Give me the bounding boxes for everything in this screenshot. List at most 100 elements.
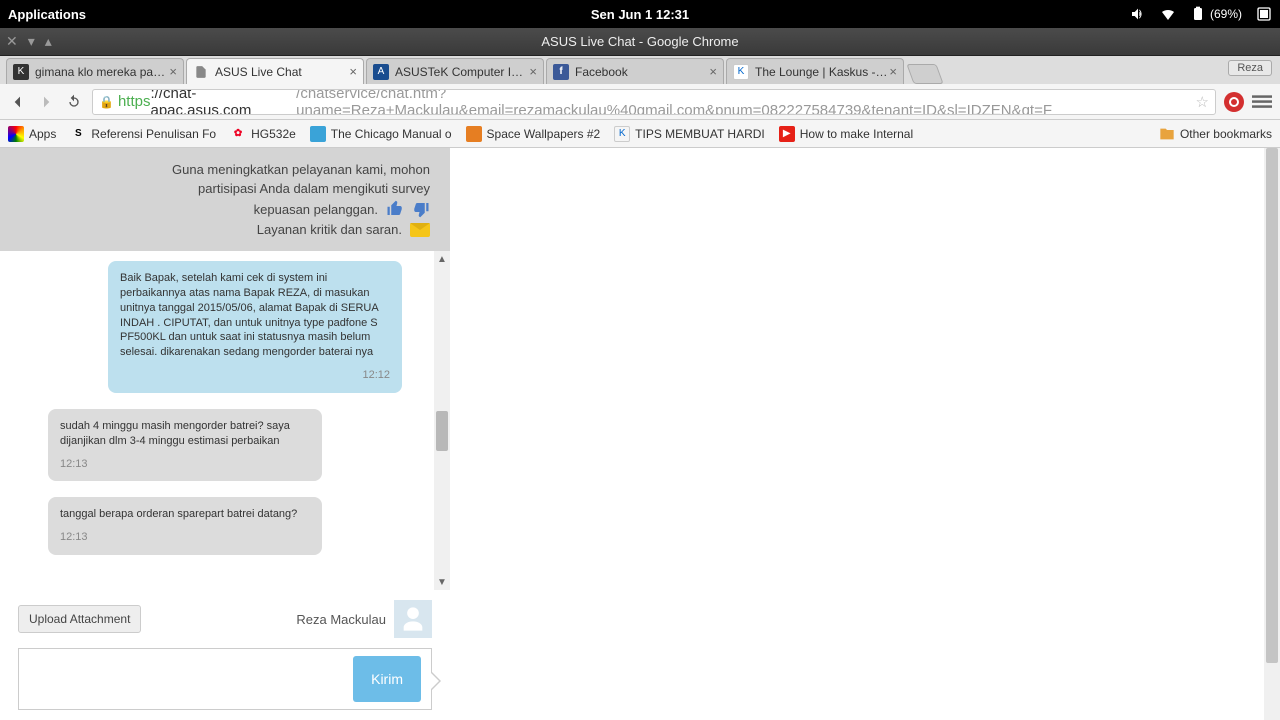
tab-label: gimana klo mereka pacar [35,65,169,79]
scroll-thumb[interactable] [1266,148,1278,663]
bookmarks-bar: Apps S Referensi Penulisan Fo ✿ HG532e The… [0,120,1280,148]
browser-toolbar: 🔒 https://chat-apac.asus.com/chatservice… [0,84,1280,120]
chat-message-user: tanggal berapa orderan sparepart batrei … [48,497,322,555]
browser-tab[interactable]: f Facebook × [546,58,724,84]
page-scrollbar[interactable] [1264,148,1280,720]
favicon-icon [193,64,209,80]
chat-scrollbar[interactable]: ▲ ▼ [434,251,450,590]
browser-tab[interactable]: A ASUSTeK Computer Inc. -S × [366,58,544,84]
upload-attachment-button[interactable]: Upload Attachment [18,605,141,633]
survey-banner: Guna meningkatkan pelayanan kami, mohon … [0,148,450,251]
message-time: 12:13 [60,530,310,545]
chat-message-user: sudah 4 minggu masih mengorder batrei? s… [48,409,322,482]
chat-username: Reza Mackulau [296,612,386,627]
favicon-icon: f [553,64,569,80]
chrome-user-badge[interactable]: Reza [1228,60,1272,76]
bookmark-label: How to make Internal [800,127,913,141]
browser-tab[interactable]: K gimana klo mereka pacar × [6,58,184,84]
survey-text: Guna meningkatkan pelayanan kami, mohon [20,162,430,177]
message-text: Baik Bapak, setelah kami cek di system i… [120,271,390,360]
tab-close-icon[interactable]: × [709,64,717,79]
scroll-down-icon[interactable]: ▼ [434,574,450,590]
favicon-icon: S [70,126,86,142]
survey-text: Layanan kritik dan saran. [257,222,402,237]
thumbs-down-icon[interactable] [412,200,430,218]
battery-percent: (69%) [1210,7,1242,21]
tab-label: ASUS Live Chat [215,65,302,79]
bookmark-item[interactable]: ▶ How to make Internal [779,126,913,142]
bookmark-item[interactable]: ✿ HG532e [230,126,296,142]
bookmark-item[interactable]: S Referensi Penulisan Fo [70,126,216,142]
system-top-bar: Applications Sen Jun 1 12:31 (69%) [0,0,1280,28]
wifi-icon[interactable] [1160,6,1176,22]
forward-button [36,92,56,112]
bookmark-item[interactable]: The Chicago Manual o [310,126,452,142]
window-titlebar: ✕ ▾ ▴ ASUS Live Chat - Google Chrome [0,28,1280,56]
favicon-icon: A [373,64,389,80]
browser-tab[interactable]: K The Lounge | Kaskus - The × [726,58,904,84]
other-bookmarks[interactable]: Other bookmarks [1159,126,1272,142]
apps-icon [8,126,24,142]
battery-indicator[interactable]: (69%) [1190,6,1242,22]
thumbs-up-icon[interactable] [386,200,404,218]
chat-input-row[interactable]: Kirim [18,648,432,710]
chat-footer: Upload Attachment Reza Mackulau Kirim [0,590,450,720]
chat-messages-area: Baik Bapak, setelah kami cek di system i… [0,251,450,590]
survey-text: partisipasi Anda dalam mengikuti survey [20,181,430,196]
bookmark-label: Referensi Penulisan Fo [91,127,216,141]
page-content: Guna meningkatkan pelayanan kami, mohon … [0,148,1280,720]
window-list-icon[interactable] [1256,6,1272,22]
bookmark-label: The Chicago Manual o [331,127,452,141]
address-bar[interactable]: 🔒 https://chat-apac.asus.com/chatservice… [92,89,1216,115]
extension-icon[interactable] [1224,92,1244,112]
bookmark-label: Other bookmarks [1180,127,1272,141]
bookmark-label: HG532e [251,127,296,141]
tab-close-icon[interactable]: × [169,64,177,79]
message-text: sudah 4 minggu masih mengorder batrei? s… [60,419,310,449]
bookmark-item[interactable]: Space Wallpapers #2 [466,126,601,142]
tab-label: ASUSTeK Computer Inc. -S [395,65,529,79]
scroll-up-icon[interactable]: ▲ [434,251,450,267]
bookmark-item[interactable]: K TIPS MEMBUAT HARDI [614,126,765,142]
system-clock: Sen Jun 1 12:31 [591,7,689,22]
scroll-thumb[interactable] [436,411,448,451]
mail-icon[interactable] [410,223,430,237]
url-host: ://chat-apac.asus.com [150,89,296,115]
tab-close-icon[interactable]: × [889,64,897,79]
browser-tab-strip: K gimana klo mereka pacar × ASUS Live Ch… [0,56,1280,84]
message-time: 12:13 [60,457,310,472]
minimize-window-icon[interactable]: ▾ [28,33,35,50]
favicon-icon: K [13,64,29,80]
favicon-icon: K [614,126,630,142]
url-scheme: https [118,93,151,110]
chat-widget: Guna meningkatkan pelayanan kami, mohon … [0,148,450,720]
favicon-icon: ✿ [230,126,246,142]
volume-icon[interactable] [1130,6,1146,22]
applications-menu[interactable]: Applications [8,7,86,22]
tab-close-icon[interactable]: × [529,64,537,79]
bookmark-label: TIPS MEMBUAT HARDI [635,127,765,141]
favicon-icon [310,126,326,142]
browser-tab-active[interactable]: ASUS Live Chat × [186,58,364,84]
favicon-icon: K [733,64,749,80]
reload-button[interactable] [64,92,84,112]
chat-message-agent: Baik Bapak, setelah kami cek di system i… [108,261,402,393]
bookmark-star-icon[interactable]: ☆ [1196,93,1209,111]
apps-shortcut[interactable]: Apps [8,126,56,142]
maximize-window-icon[interactable]: ▴ [45,33,52,50]
send-button[interactable]: Kirim [353,656,421,702]
favicon-icon: ▶ [779,126,795,142]
tab-label: The Lounge | Kaskus - The [755,65,889,79]
user-avatar [394,600,432,638]
bookmark-label: Apps [29,127,56,141]
bookmark-label: Space Wallpapers #2 [487,127,601,141]
new-tab-button[interactable] [906,64,943,84]
folder-icon [1159,126,1175,142]
message-time: 12:12 [120,368,390,383]
back-button[interactable] [8,92,28,112]
tab-close-icon[interactable]: × [349,64,357,79]
survey-text: kepuasan pelanggan. [254,202,378,217]
close-window-icon[interactable]: ✕ [6,33,18,50]
chrome-menu-icon[interactable] [1252,92,1272,112]
url-path: /chatservice/chat.htm?uname=Reza+Mackula… [296,89,1195,115]
